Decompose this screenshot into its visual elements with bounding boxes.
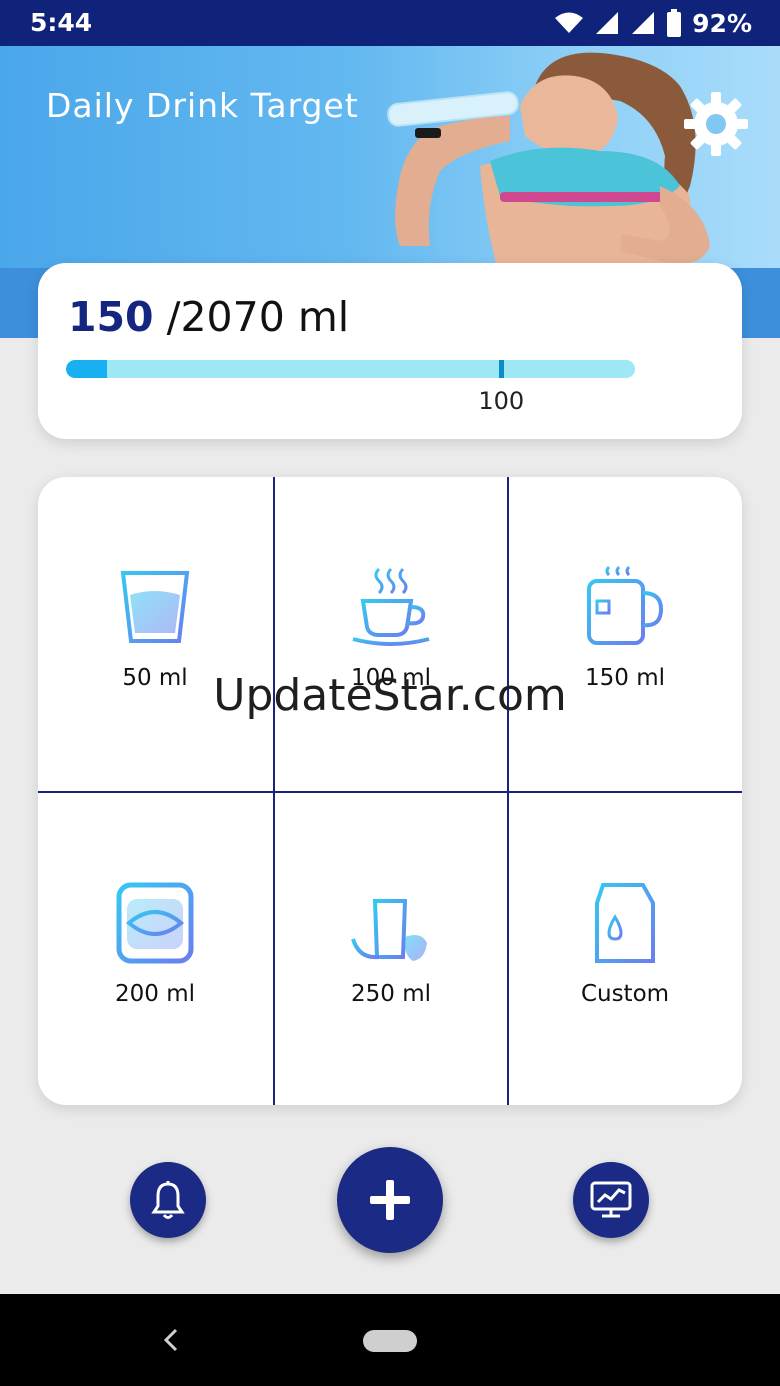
progress-current: 150	[68, 293, 154, 341]
wifi-icon	[555, 12, 584, 33]
smoothie-icon	[351, 881, 427, 961]
reminder-button[interactable]	[130, 1162, 206, 1238]
drink-option-custom[interactable]: Custom	[508, 793, 742, 1105]
coffee-cup-icon	[352, 567, 430, 646]
progress-total: /2070 ml	[166, 293, 350, 341]
drink-label: 250 ml	[350, 981, 431, 1007]
drink-option-50ml[interactable]: 50 ml	[38, 477, 272, 791]
back-icon[interactable]	[158, 1324, 182, 1356]
milk-carton-icon	[595, 883, 655, 963]
battery-icon	[667, 9, 682, 37]
page-title: Daily Drink Target	[46, 86, 359, 125]
drink-label: 200 ml	[114, 981, 195, 1007]
woman-drinking-illustration	[387, 52, 710, 278]
progress-card: 150 /2070 ml 100	[38, 263, 742, 439]
settings-button[interactable]	[680, 88, 752, 160]
progress-marker-label: 100	[478, 387, 525, 415]
progress-text: 150 /2070 ml	[68, 293, 349, 341]
glass-icon	[120, 571, 190, 643]
progress-bar	[66, 360, 635, 378]
add-drink-button[interactable]	[337, 1147, 443, 1253]
status-icons: 92%	[554, 8, 752, 38]
battery-percent: 92%	[692, 8, 752, 38]
watermark: UpdateStar.com	[213, 670, 567, 721]
status-time: 5:44	[30, 8, 93, 37]
drink-option-100ml[interactable]: 100 ml	[274, 477, 508, 791]
statistics-button[interactable]	[573, 1162, 649, 1238]
bell-icon	[151, 1181, 185, 1219]
signal-icon	[632, 12, 655, 34]
gear-icon	[684, 92, 748, 156]
progress-bar-fill	[66, 360, 107, 378]
plus-icon	[370, 1180, 410, 1220]
drink-option-150ml[interactable]: 150 ml	[508, 477, 742, 791]
progress-marker	[499, 360, 505, 378]
drink-option-250ml[interactable]: 250 ml	[274, 793, 508, 1105]
bottle-icon	[116, 882, 194, 964]
signal-icon	[596, 12, 619, 34]
status-bar: 5:44 92%	[0, 0, 780, 46]
drink-size-grid: 50 ml 100 ml 150 ml 200 ml 250 ml Custom	[38, 477, 742, 1105]
tea-mug-icon	[587, 565, 664, 645]
chart-monitor-icon	[590, 1181, 632, 1218]
home-button[interactable]	[363, 1330, 417, 1352]
drink-option-200ml[interactable]: 200 ml	[38, 793, 272, 1105]
drink-label: Custom	[580, 981, 670, 1007]
